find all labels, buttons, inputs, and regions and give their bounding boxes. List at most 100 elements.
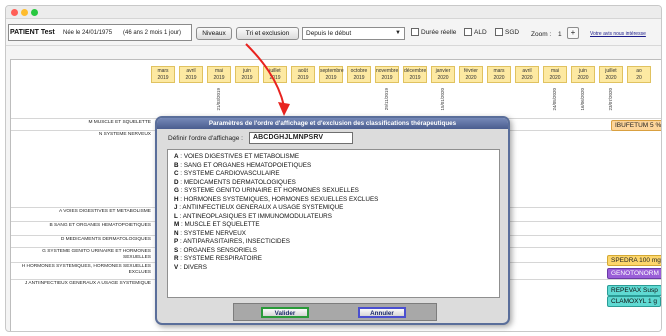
month-name: novembre: [376, 68, 399, 74]
row-label: G SYSTEME GENITO URINAIRE ET HORMONES SE…: [42, 249, 151, 260]
visit-date: 24/05/2020: [552, 88, 557, 111]
medication-chip[interactable]: IBUFETUM 5 %: [611, 120, 661, 131]
toolbar: PATIENT Test Née le 24/01/1975 (46 ans 2…: [6, 20, 661, 46]
classification-label: ANTINEOPLASIQUES ET IMMUNOMODULATEURS: [182, 212, 332, 220]
medication-chip[interactable]: CLAMOXYL 1 g: [607, 296, 661, 307]
classification-item[interactable]: M : MUSCLE ET SQUELETTE: [174, 221, 493, 230]
month-cell: mai 2020: [543, 66, 567, 83]
month-cell: juillet 2020: [599, 66, 623, 83]
classification-item[interactable]: H : HORMONES SYSTEMIQUES, HORMONES SEXUE…: [174, 196, 493, 205]
classification-label: SYSTEME CARDIOVASCULAIRE: [183, 170, 280, 177]
month-year: 2019: [213, 75, 225, 81]
dialog-button-bar: Valider Annuler: [233, 303, 437, 321]
visit-date: 29/11/2019: [384, 88, 389, 111]
classification-item[interactable]: J : ANTIINFECTIEUX GENERAUX A USAGE SYST…: [174, 204, 493, 213]
month-year: 2019: [157, 75, 169, 81]
month-cell: novembre 2019: [375, 66, 399, 83]
maximize-window-button[interactable]: [31, 9, 38, 16]
row-label: M MUSCLE ET SQUELETTE: [88, 120, 151, 125]
classification-item[interactable]: C : SYSTEME CARDIOVASCULAIRE: [174, 170, 493, 179]
chevron-down-icon: ▼: [395, 30, 401, 36]
row-label: B SANG ET ORGANES HEMATOPOIETIQUES: [49, 223, 151, 228]
sort-exclusion-dialog: Paramètres de l'ordre d'affichage et d'e…: [155, 116, 510, 325]
month-cell: avril 2020: [515, 66, 539, 83]
classification-label: ANTIPARASITAIRES, INSECTICIDES: [183, 238, 290, 245]
dialog-title: Paramètres de l'ordre d'affichage et d'e…: [157, 118, 508, 129]
valider-button[interactable]: Valider: [261, 307, 309, 318]
visit-date: 16/06/2020: [580, 88, 585, 111]
order-label: Définir l'ordre d'affichage :: [168, 135, 243, 142]
month-name: ao: [636, 68, 642, 74]
medication-chip[interactable]: SPEDRA 100 mg: [607, 255, 661, 266]
month-name: février: [464, 68, 478, 74]
classification-item[interactable]: R : SYSTEME RESPIRATOIRE: [174, 255, 493, 264]
annuler-button[interactable]: Annuler: [358, 307, 406, 318]
month-cell: décembre 2019: [403, 66, 427, 83]
classification-item[interactable]: V : DIVERS: [174, 264, 493, 273]
zoom-label: Zoom :: [531, 31, 552, 38]
classification-item[interactable]: D : MEDICAMENTS DERMATOLOGIQUES: [174, 179, 493, 188]
sgd-label: SGD: [505, 29, 520, 36]
month-cell: juin 2020: [571, 66, 595, 83]
zoom-plus-button[interactable]: +: [567, 27, 579, 39]
month-year: 2020: [577, 75, 589, 81]
classification-label: SANG ET ORGANES HEMATOPOIETIQUES: [183, 161, 312, 169]
classification-item[interactable]: A : VOIES DIGESTIVES ET METABOLISME: [174, 153, 493, 162]
classification-label: SYSTEME RESPIRATOIRE: [183, 255, 262, 262]
classification-item[interactable]: B : SANG ET ORGANES HEMATOPOIETIQUES: [174, 162, 493, 171]
classification-label: DIVERS: [183, 263, 207, 271]
month-name: mai: [214, 68, 224, 74]
month-cell: janvier 2020: [431, 66, 455, 83]
period-select-value: Depuis le début: [306, 30, 352, 37]
month-cell: octobre 2019: [347, 66, 371, 83]
visit-date: 21/03/2019: [216, 88, 221, 111]
order-input[interactable]: ABCDGHJLMNPSRV: [249, 132, 353, 144]
month-name: mars: [157, 68, 169, 74]
month-name: juillet: [605, 68, 617, 74]
sgd-checkbox[interactable]: SGD: [495, 28, 519, 38]
period-select[interactable]: Depuis le début ▼: [302, 27, 405, 40]
classification-label: ORGANES SENSORIELS: [183, 246, 257, 254]
classification-item[interactable]: P : ANTIPARASITAIRES, INSECTICIDES: [174, 238, 493, 247]
niveaux-button[interactable]: Niveaux: [196, 27, 232, 40]
month-name: octobre: [350, 68, 368, 74]
classification-label: HORMONES SYSTEMIQUES, HORMONES SEXUELLES…: [183, 195, 379, 203]
month-year: 2020: [605, 75, 617, 81]
classification-item[interactable]: S : ORGANES SENSORIELS: [174, 247, 493, 256]
month-year: 20: [636, 75, 642, 81]
duree-reelle-checkbox[interactable]: Durée réelle: [411, 28, 456, 38]
month-name: septembre: [320, 68, 344, 74]
month-name: décembre: [404, 68, 427, 74]
month-cell: mai 2019: [207, 66, 231, 83]
classification-item[interactable]: L : ANTINEOPLASIQUES ET IMMUNOMODULATEUR…: [174, 213, 493, 222]
classification-label: VOIES DIGESTIVES ET METABOLISME: [183, 153, 300, 160]
ald-checkbox[interactable]: ALD: [464, 28, 487, 38]
month-name: janvier: [435, 68, 451, 74]
classification-label: MUSCLE ET SQUELETTE: [184, 221, 260, 228]
month-name: avril: [522, 68, 532, 74]
month-year: 2019: [381, 75, 393, 81]
checkbox-icon: [495, 28, 503, 37]
classification-label: SYSTEME GENITO URINAIRE ET HORMONES SEXU…: [184, 187, 359, 194]
classification-item[interactable]: N : SYSTEME NERVEUX: [174, 230, 493, 239]
month-cell: mars 2019: [151, 66, 175, 83]
patient-name: PATIENT Test: [10, 29, 55, 36]
month-year: 2020: [521, 75, 533, 81]
row-label: A VOIES DIGESTIVES ET METABOLISME: [58, 209, 151, 214]
month-name: mars: [493, 68, 505, 74]
close-window-button[interactable]: [11, 9, 18, 16]
minimize-window-button[interactable]: [21, 9, 28, 16]
classification-label: MEDICAMENTS DERMATOLOGIQUES: [183, 178, 296, 186]
month-year: 2019: [185, 75, 197, 81]
month-year: 2020: [465, 75, 477, 81]
row-label: J ANTIINFECTIEUX GENERAUX A USAGE SYSTEM…: [24, 281, 151, 286]
medication-chip[interactable]: REPEVAX Susp: [607, 285, 661, 296]
medication-chip[interactable]: GENOTONORM: [607, 268, 661, 279]
month-header: mars 2019 avril 2019 mai 2019 juin 2019 juillet 2…: [151, 66, 661, 111]
arrow-annotation-icon: [245, 43, 290, 116]
classification-item[interactable]: G : SYSTEME GENITO URINAIRE ET HORMONES …: [174, 187, 493, 196]
tri-exclusion-button[interactable]: Tri et exclusion: [236, 27, 299, 40]
month-cell: avril 2019: [179, 66, 203, 83]
classification-list[interactable]: A : VOIES DIGESTIVES ET METABOLISME B : S…: [167, 149, 500, 298]
feedback-link[interactable]: Votre avis nous intéresse: [590, 31, 646, 37]
